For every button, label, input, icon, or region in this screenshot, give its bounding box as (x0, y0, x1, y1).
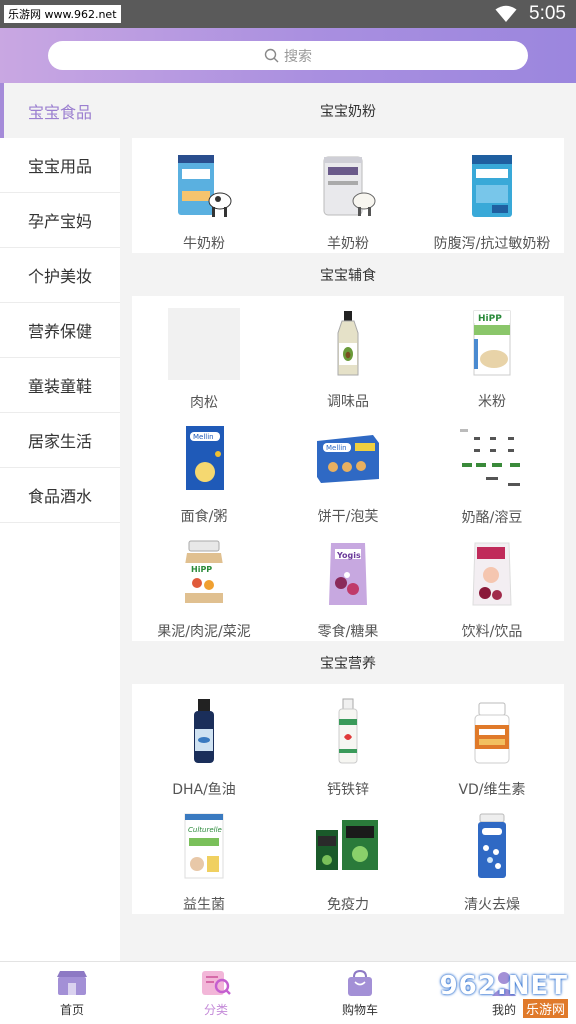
clock: 5:05 (529, 3, 566, 24)
section-title-nutrition: 宝宝营养 (320, 655, 376, 672)
category-item-label: 饼干/泡芙 (317, 509, 379, 525)
category-item-label: 防腹泻/抗过敏奶粉 (433, 236, 551, 252)
category-item-vitamin-d[interactable]: VD/维生素 (420, 684, 564, 799)
category-item-probiotics[interactable]: Culturelle 益生菌 (132, 799, 276, 914)
category-item-dha-fish-oil[interactable]: DHA/鱼油 (132, 684, 276, 799)
category-item-label: 牛奶粉 (183, 236, 225, 252)
category-item-label: 免疫力 (327, 897, 369, 913)
category-item-cheese-melts[interactable]: 奶酪/溶豆 (420, 411, 564, 526)
calcium-bottle-image (312, 696, 384, 767)
tab-cart[interactable]: 购物车 (288, 962, 432, 1024)
tab-category[interactable]: 分类 (144, 962, 288, 1024)
category-item-label: 肉松 (190, 395, 218, 411)
watermark-sub-text: 乐游网 (522, 998, 568, 1018)
category-item-label: 羊奶粉 (327, 236, 369, 252)
svg-text:Yogis: Yogis (336, 551, 361, 560)
site-watermark: 乐游网 www.962.net (4, 5, 121, 23)
category-item-calcium-iron-zinc[interactable]: 钙铁锌 (276, 684, 420, 799)
meat-floss-image (168, 308, 240, 380)
sidebar-item-kids-clothing[interactable]: 童装童鞋 (0, 358, 120, 413)
store-icon (57, 970, 87, 995)
category-item-goat-milk[interactable]: 羊奶粉 (276, 138, 420, 253)
category-item-label: 零食/糖果 (317, 624, 379, 640)
watermark-main-text: 962.NET (439, 970, 568, 1001)
shopping-bag-icon (348, 969, 372, 996)
biscuit-box-image: Mellin (312, 423, 384, 494)
category-item-label: 调味品 (327, 394, 369, 410)
vitamin-bottle-image (456, 696, 528, 767)
tab-label: 首页 (59, 1002, 84, 1017)
drink-pouch-image (456, 538, 528, 609)
category-item-hypoallergenic-milk[interactable]: 防腹泻/抗过敏奶粉 (420, 138, 564, 253)
puree-jar-image: HiPP (168, 538, 240, 609)
search-placeholder: 搜索 (284, 48, 312, 65)
fish-oil-bottle-image (168, 696, 240, 767)
category-item-noodles-porridge[interactable]: Mellin 面食/粥 (132, 411, 276, 526)
sidebar-item-baby-supplies[interactable]: 宝宝用品 (0, 138, 120, 193)
noodle-box-image: Mellin (168, 423, 240, 494)
sidebar-item-home[interactable]: 居家生活 (0, 413, 120, 468)
category-item-snacks-candy[interactable]: Yogis 零食/糖果 (276, 526, 420, 641)
tab-home[interactable]: 首页 (0, 962, 144, 1024)
svg-text:Culturelle: Culturelle (188, 826, 222, 834)
category-item-seasoning[interactable]: 调味品 (276, 296, 420, 411)
hypoallergenic-formula-image (456, 150, 528, 221)
category-item-label: VD/维生素 (458, 782, 526, 798)
nutrition-grid: DHA/鱼油 钙铁锌 VD/维生素 Culturelle 益生菌 免疫力 清火去… (132, 684, 564, 914)
cooling-tin-image (456, 811, 528, 882)
category-item-drinks[interactable]: 饮料/饮品 (420, 526, 564, 641)
goat-milk-powder-image (312, 150, 384, 221)
tab-label: 购物车 (341, 1002, 378, 1017)
milk-powder-grid: 牛奶粉 羊奶粉 防腹泻/抗过敏奶粉 (132, 138, 564, 253)
complementary-food-grid: 肉松 调味品 HiPP 米粉 Mellin 面食/粥 Mellin 饼干/泡芙 (132, 296, 564, 641)
svg-text:HiPP: HiPP (478, 314, 502, 324)
header-bar: 搜索 (0, 28, 576, 83)
category-item-label: 益生菌 (183, 897, 225, 913)
search-icon (264, 48, 279, 63)
category-item-label: 奶酪/溶豆 (461, 510, 523, 526)
svg-text:Mellin: Mellin (193, 433, 214, 441)
sidebar-item-maternity[interactable]: 孕产宝妈 (0, 193, 120, 248)
snack-pouch-image: Yogis (312, 538, 384, 609)
cow-milk-powder-image (168, 150, 240, 221)
category-content: 宝宝奶粉 牛奶粉 羊奶粉 防腹泻/抗过敏奶粉 宝宝辅食 肉松 调味品 HiPP … (120, 83, 576, 961)
category-item-label: 果泥/肉泥/菜泥 (157, 624, 251, 640)
sidebar-item-beauty[interactable]: 个护美妆 (0, 248, 120, 303)
section-title-complementary-food: 宝宝辅食 (320, 267, 376, 284)
wifi-icon (495, 5, 517, 22)
site-logo-watermark: 962.NET 乐游网 (436, 964, 576, 1024)
category-item-cooling[interactable]: 清火去燥 (420, 799, 564, 914)
tab-label: 分类 (203, 1002, 228, 1017)
category-item-label: 钙铁锌 (327, 782, 369, 798)
sidebar-item-baby-food[interactable]: 宝宝食品 (0, 83, 120, 138)
sidebar-item-health[interactable]: 营养保健 (0, 303, 120, 358)
category-item-label: DHA/鱼油 (172, 782, 236, 798)
category-item-cow-milk[interactable]: 牛奶粉 (132, 138, 276, 253)
rice-cereal-image: HiPP (456, 308, 528, 379)
cheese-chart-image (456, 423, 528, 495)
svg-text:HiPP: HiPP (191, 565, 212, 574)
category-sidebar: 宝宝食品 宝宝用品 孕产宝妈 个护美妆 营养保健 童装童鞋 居家生活 食品酒水 (0, 83, 120, 961)
category-item-label: 清火去燥 (464, 897, 520, 913)
category-item-label: 面食/粥 (180, 509, 228, 525)
category-item-label: 米粉 (478, 394, 506, 410)
category-item-immunity[interactable]: 免疫力 (276, 799, 420, 914)
bottom-tab-bar: 首页 分类 购物车 我的 962.NET 乐游网 (0, 961, 576, 1024)
svg-text:Mellin: Mellin (326, 444, 347, 452)
category-item-biscuits-puffs[interactable]: Mellin 饼干/泡芙 (276, 411, 420, 526)
section-title-milk-powder: 宝宝奶粉 (320, 103, 376, 120)
status-bar: 乐游网 www.962.net 5:05 (0, 0, 576, 28)
sidebar-item-food-drinks[interactable]: 食品酒水 (0, 468, 120, 523)
oil-bottle-image (312, 308, 384, 379)
search-bar[interactable]: 搜索 (48, 41, 528, 70)
category-item-rice-cereal[interactable]: HiPP 米粉 (420, 296, 564, 411)
immunity-boxes-image (312, 811, 384, 882)
probiotic-box-image: Culturelle (168, 811, 240, 882)
category-item-purees[interactable]: HiPP 果泥/肉泥/菜泥 (132, 526, 276, 641)
category-item-meat-floss[interactable]: 肉松 (132, 296, 276, 411)
status-indicators: 5:05 (495, 3, 566, 25)
category-item-label: 饮料/饮品 (461, 624, 523, 640)
category-search-icon (202, 970, 231, 995)
